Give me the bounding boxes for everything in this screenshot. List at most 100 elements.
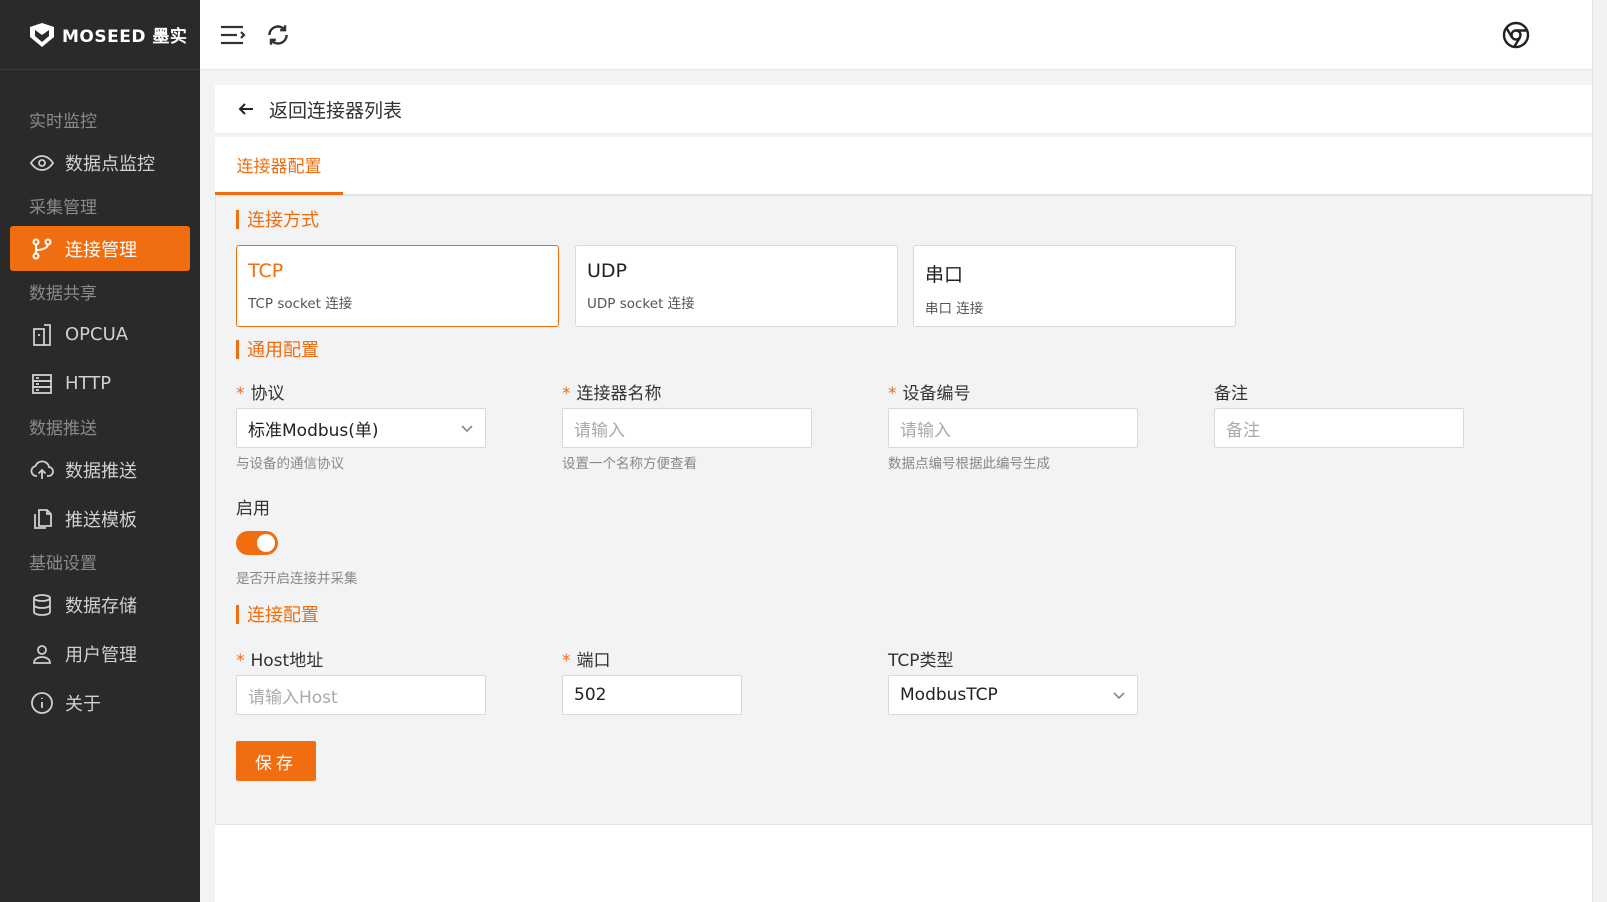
section-title-connection: 连接配置 bbox=[236, 601, 319, 627]
enable-label: 启用 bbox=[236, 499, 270, 519]
device-no-hint: 数据点编号根据此编号生成 bbox=[888, 456, 1050, 472]
sidebar-item-label: 用户管理 bbox=[65, 644, 137, 666]
remark-placeholder: 备注 bbox=[1226, 420, 1260, 441]
port-input[interactable]: 502 bbox=[562, 675, 742, 715]
connector-name-hint: 设置一个名称方便查看 bbox=[562, 456, 697, 472]
sidebar-item-label: 关于 bbox=[65, 693, 101, 715]
arrow-left-icon bbox=[238, 103, 253, 115]
tabs: 连接器配置 bbox=[215, 137, 1592, 195]
sidebar-item-label: 数据点监控 bbox=[65, 153, 155, 175]
mode-card-title: TCP bbox=[248, 260, 284, 282]
connector-name-input[interactable]: 请输入 bbox=[562, 408, 812, 448]
nav-section-share: 数据共享 bbox=[29, 284, 97, 304]
mode-card-desc: TCP socket 连接 bbox=[248, 296, 353, 312]
remark-input[interactable]: 备注 bbox=[1214, 408, 1464, 448]
back-to-list-link[interactable]: 返回连接器列表 bbox=[215, 85, 1592, 135]
mode-card-tcp[interactable]: TCP TCP socket 连接 bbox=[236, 245, 559, 327]
section-bar bbox=[236, 209, 239, 229]
chrome-button[interactable] bbox=[1500, 19, 1532, 51]
enable-hint: 是否开启连接并采集 bbox=[236, 571, 358, 587]
host-input[interactable]: 请输入Host bbox=[236, 675, 486, 715]
chevron-down-icon bbox=[461, 425, 473, 433]
sidebar-item-label: OPCUA bbox=[65, 324, 129, 345]
chevron-down-icon bbox=[1113, 692, 1125, 700]
connection-icon bbox=[29, 236, 55, 262]
config-panel: 连接方式 TCP TCP socket 连接 UDP UDP socket 连接… bbox=[215, 195, 1592, 825]
protocol-label: * 协议 bbox=[236, 384, 285, 404]
mode-card-desc: UDP socket 连接 bbox=[587, 296, 695, 312]
eye-icon bbox=[29, 150, 55, 176]
sidebar: MOSEED 墨实 实时监控 数据点监控 采集管理 连接管理 数据共享 OPCU… bbox=[0, 0, 200, 902]
nav-section-collect: 采集管理 bbox=[29, 198, 97, 218]
sidebar-item-about[interactable]: 关于 bbox=[0, 680, 200, 725]
device-no-placeholder: 请输入 bbox=[900, 420, 951, 441]
opcua-icon bbox=[29, 322, 55, 348]
host-placeholder: 请输入Host bbox=[248, 687, 338, 708]
brand-name: MOSEED 墨实 bbox=[62, 27, 188, 47]
section-title-connection-method: 连接方式 bbox=[236, 206, 319, 232]
top-bar bbox=[200, 0, 1607, 70]
database-icon bbox=[29, 592, 55, 618]
logo: MOSEED 墨实 bbox=[0, 0, 200, 70]
page-scrollbar[interactable] bbox=[1592, 0, 1607, 902]
sidebar-item-push-template[interactable]: 推送模板 bbox=[0, 496, 200, 541]
sidebar-item-data-push[interactable]: 数据推送 bbox=[0, 447, 200, 492]
sidebar-item-connection-manage[interactable]: 连接管理 bbox=[10, 226, 190, 271]
refresh-button[interactable] bbox=[262, 19, 294, 51]
menu-icon bbox=[221, 25, 246, 45]
nav-section-basic: 基础设置 bbox=[29, 554, 97, 574]
mode-card-serial[interactable]: 串口 串口 连接 bbox=[913, 245, 1236, 327]
sidebar-item-label: HTTP bbox=[65, 373, 112, 394]
port-label: * 端口 bbox=[562, 651, 611, 671]
sidebar-item-data-storage[interactable]: 数据存储 bbox=[0, 582, 200, 627]
section-title-text: 连接配置 bbox=[247, 605, 319, 626]
tcp-type-value: ModbusTCP bbox=[900, 685, 998, 705]
device-no-input[interactable]: 请输入 bbox=[888, 408, 1138, 448]
back-label: 返回连接器列表 bbox=[269, 99, 403, 122]
nav-section-push: 数据推送 bbox=[29, 419, 97, 439]
sidebar-item-user-manage[interactable]: 用户管理 bbox=[0, 631, 200, 676]
device-no-label: * 设备编号 bbox=[888, 384, 971, 404]
mode-card-udp[interactable]: UDP UDP socket 连接 bbox=[575, 245, 898, 327]
tab-connector-config[interactable]: 连接器配置 bbox=[215, 137, 343, 195]
tcp-type-select[interactable]: ModbusTCP bbox=[888, 675, 1138, 715]
sidebar-item-label: 连接管理 bbox=[65, 239, 137, 261]
enable-toggle[interactable] bbox=[236, 531, 278, 555]
host-label: * Host地址 bbox=[236, 651, 324, 671]
sidebar-item-label: 数据推送 bbox=[65, 460, 137, 482]
moseed-logo-icon bbox=[30, 22, 54, 47]
sidebar-item-label: 推送模板 bbox=[65, 509, 137, 531]
cloud-upload-icon bbox=[29, 457, 55, 483]
connector-name-placeholder: 请输入 bbox=[574, 420, 625, 441]
sidebar-item-opcua[interactable]: OPCUA bbox=[0, 312, 200, 357]
protocol-select[interactable]: 标准Modbus(单) bbox=[236, 408, 486, 448]
section-title-text: 连接方式 bbox=[247, 210, 319, 231]
section-title-general: 通用配置 bbox=[236, 336, 319, 362]
save-button[interactable]: 保存 bbox=[236, 741, 316, 781]
sidebar-item-http[interactable]: HTTP bbox=[0, 361, 200, 406]
content-footer-area bbox=[215, 825, 1592, 902]
nav-section-realtime: 实时监控 bbox=[29, 112, 97, 132]
connector-name-label: * 连接器名称 bbox=[562, 384, 662, 404]
server-icon bbox=[29, 371, 55, 397]
sidebar-item-label: 数据存储 bbox=[65, 595, 137, 617]
user-icon bbox=[29, 641, 55, 667]
toggle-knob bbox=[257, 534, 275, 552]
chrome-icon bbox=[1502, 21, 1530, 49]
info-icon bbox=[29, 690, 55, 716]
mode-card-desc: 串口 连接 bbox=[925, 301, 984, 317]
protocol-hint: 与设备的通信协议 bbox=[236, 456, 344, 472]
refresh-icon bbox=[268, 25, 288, 45]
sidebar-nav: 实时监控 数据点监控 采集管理 连接管理 数据共享 OPCUA HTTP 数据推… bbox=[0, 70, 200, 725]
tcp-type-label: TCP类型 bbox=[888, 651, 954, 671]
section-bar bbox=[236, 604, 239, 624]
mode-card-title: UDP bbox=[587, 260, 627, 282]
remark-label: 备注 bbox=[1214, 384, 1248, 404]
sidebar-item-datapoint-monitor[interactable]: 数据点监控 bbox=[0, 140, 200, 185]
menu-toggle-button[interactable] bbox=[216, 19, 248, 51]
section-title-text: 通用配置 bbox=[247, 340, 319, 361]
mode-card-title: 串口 bbox=[925, 264, 964, 286]
protocol-value: 标准Modbus(单) bbox=[248, 420, 379, 441]
copy-icon bbox=[29, 506, 55, 532]
section-bar bbox=[236, 339, 239, 359]
